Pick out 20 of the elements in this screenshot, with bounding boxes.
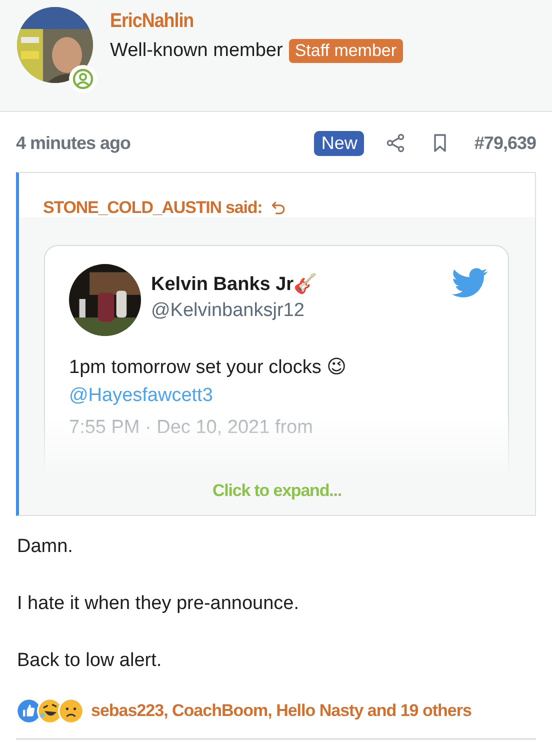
share-icon[interactable] (386, 133, 406, 153)
post-time[interactable]: 4 minutes ago (16, 132, 131, 154)
tweet-handle: @Kelvinbanksjr12 (151, 300, 306, 322)
tweet-timestamp: 7:55 PM · Dec 10, 2021 from (69, 417, 314, 439)
sad-emoji-icon (58, 698, 84, 724)
new-badge: New (314, 130, 364, 156)
bird-icon (452, 268, 488, 298)
staff-badge: Staff member (288, 39, 403, 63)
user-title: Well-known member (110, 40, 283, 62)
tweet-author-name: Kelvin Banks Jr🎸 (151, 272, 319, 296)
mention-link[interactable]: @Hayesfawcett3 (69, 385, 488, 407)
username-link[interactable]: EricNahlin (110, 10, 374, 33)
post-number-link[interactable]: #79,639 (474, 132, 536, 154)
reactions-link[interactable]: sebas223, CoachBoom, Hello Nasty and 19 others (91, 701, 472, 721)
post-paragraph: Damn. (17, 536, 74, 558)
post-paragraph: I hate it when they pre-announce. (17, 593, 300, 615)
expand-link[interactable]: Click to expand... (212, 481, 342, 501)
tweet-text: 1pm tomorrow set your clocks 😉 (69, 356, 348, 379)
post-paragraph: Back to low alert. (17, 650, 163, 672)
quote-attribution-link[interactable]: STONE_COLD_AUSTIN said: (43, 198, 262, 218)
